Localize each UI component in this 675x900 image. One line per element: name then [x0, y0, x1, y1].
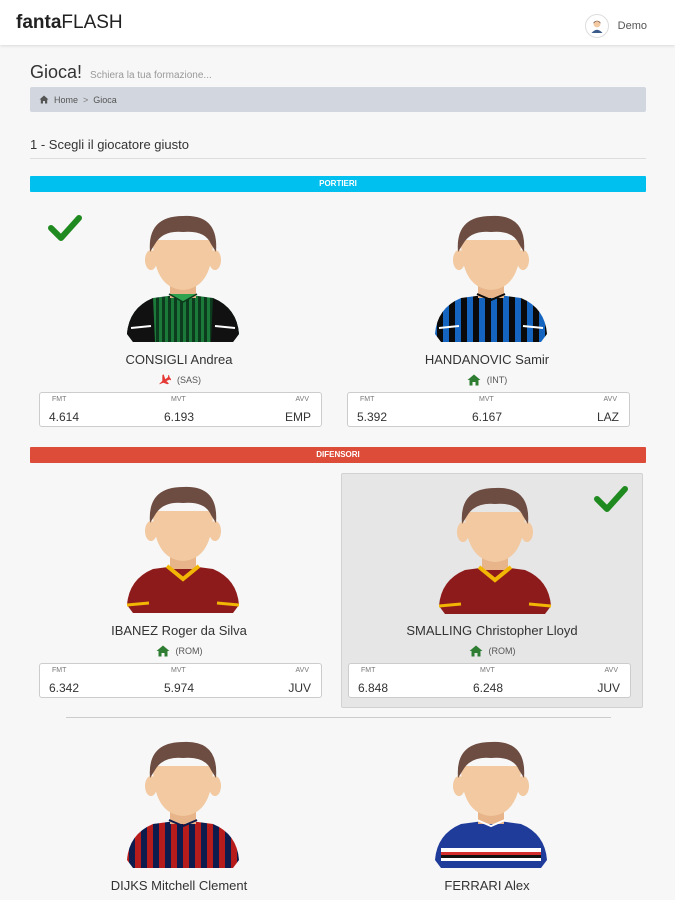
- breadcrumb-current: Gioca: [93, 94, 117, 105]
- player-name: SMALLING Christopher Lloyd: [406, 623, 578, 638]
- player-name: CONSIGLI Andrea: [125, 352, 233, 367]
- stat-fmt-label: FMT: [361, 667, 376, 674]
- page-header: Gioca! Schiera la tua formazione...: [30, 62, 212, 83]
- goalkeepers-group-header: PORTIERI: [30, 176, 646, 192]
- player-card[interactable]: DIJKS Mitchell Clement: [33, 730, 325, 900]
- stat-avv-label: AVV: [295, 396, 310, 403]
- stat-fmt-label: FMT: [52, 396, 67, 403]
- player-name: DIJKS Mitchell Clement: [110, 878, 248, 893]
- player-team: (ROM): [33, 645, 325, 657]
- stat-avv-value: LAZ: [596, 410, 619, 424]
- stat-avv-value: EMP: [284, 410, 311, 424]
- home-icon: [467, 374, 481, 386]
- stat-fmt-value: 4.614: [49, 410, 80, 424]
- stat-mvt-label: MVT: [171, 667, 186, 674]
- stat-mvt-label: MVT: [479, 396, 494, 403]
- player-avatar: [123, 481, 243, 621]
- breadcrumb: Home > Gioca: [30, 87, 646, 112]
- airplane-icon: [159, 374, 171, 385]
- stat-mvt-label: MVT: [480, 667, 495, 674]
- stat-mvt-value: 5.974: [164, 681, 195, 695]
- breadcrumb-separator: >: [83, 94, 89, 105]
- player-team: (SAS): [33, 374, 325, 386]
- stat-fmt-label: FMT: [360, 396, 375, 403]
- section-heading: 1 - Scegli il giocatore giusto: [30, 137, 646, 159]
- player-card[interactable]: FERRARI Alex: [341, 730, 633, 900]
- player-avatar: [123, 736, 243, 876]
- player-name: IBANEZ Roger da Silva: [111, 623, 247, 638]
- check-icon: [594, 484, 628, 514]
- player-card[interactable]: CONSIGLI Andrea (SAS) FMT MVT AVV 4.614 …: [33, 200, 325, 432]
- stat-mvt-label: MVT: [171, 396, 186, 403]
- top-navbar: fantaFLASH Demo: [0, 0, 675, 45]
- player-avatar: [435, 482, 555, 622]
- stat-mvt-value: 6.167: [472, 410, 503, 424]
- breadcrumb-home[interactable]: Home: [54, 95, 78, 105]
- player-team: (INT): [341, 374, 633, 386]
- stat-fmt-value: 5.392: [357, 410, 388, 424]
- player-card-selected[interactable]: SMALLING Christopher Lloyd (ROM) FMT MVT…: [341, 473, 643, 708]
- stat-fmt-label: FMT: [52, 667, 67, 674]
- player-stats: FMT MVT AVV 5.392 6.167 LAZ: [347, 392, 630, 427]
- stat-avv-value: JUV: [288, 681, 311, 695]
- player-avatar: [123, 210, 243, 350]
- home-icon: [156, 645, 169, 657]
- user-menu[interactable]: Demo: [584, 14, 647, 38]
- home-icon[interactable]: [39, 95, 49, 104]
- player-card[interactable]: HANDANOVIC Samir (INT) FMT MVT AVV 5.392…: [341, 200, 633, 432]
- player-stats: FMT MVT AVV 4.614 6.193 EMP: [39, 392, 322, 427]
- player-stats: FMT MVT AVV 6.342 5.974 JUV: [39, 663, 322, 698]
- player-name: FERRARI Alex: [444, 878, 530, 893]
- brand-logo[interactable]: fantaFLASH: [16, 12, 123, 34]
- stat-avv-label: AVV: [604, 667, 619, 674]
- stat-avv-label: AVV: [603, 396, 618, 403]
- home-icon: [469, 645, 482, 657]
- stat-fmt-value: 6.848: [358, 681, 389, 695]
- player-team: (ROM): [342, 645, 642, 657]
- stat-fmt-value: 6.342: [49, 681, 80, 695]
- player-name: HANDANOVIC Samir: [424, 352, 550, 367]
- player-stats: FMT MVT AVV 6.848 6.248 JUV: [348, 663, 631, 698]
- stat-avv-value: JUV: [597, 681, 620, 695]
- player-avatar: [431, 210, 551, 350]
- page-subtitle: Schiera la tua formazione...: [90, 70, 212, 81]
- check-icon: [48, 213, 82, 243]
- user-avatar-icon: [584, 14, 609, 38]
- defenders-group-header: DIFENSORI: [30, 447, 646, 463]
- stat-avv-label: AVV: [295, 667, 310, 674]
- row-divider: [66, 717, 611, 718]
- page-title: Gioca!: [30, 62, 83, 82]
- stat-mvt-value: 6.193: [164, 410, 195, 424]
- player-card[interactable]: IBANEZ Roger da Silva (ROM) FMT MVT AVV …: [33, 473, 325, 708]
- stat-mvt-value: 6.248: [473, 681, 504, 695]
- user-name: Demo: [617, 20, 647, 32]
- player-avatar: [431, 736, 551, 876]
